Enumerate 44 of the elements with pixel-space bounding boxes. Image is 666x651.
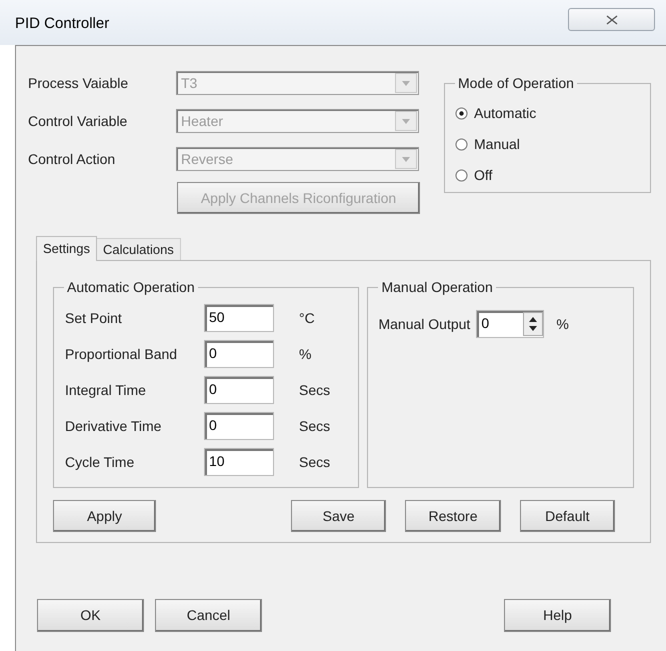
button[interactable]: Save <box>290 500 386 532</box>
input-field[interactable]: 0 <box>204 412 274 440</box>
button[interactable]: Apply <box>53 500 156 532</box>
field-label: Control Action <box>28 150 116 168</box>
button[interactable]: Help <box>504 599 611 632</box>
dropdown-value: T3 <box>180 74 198 92</box>
tab[interactable]: Calculations <box>96 238 181 260</box>
input-field[interactable]: 0 <box>204 340 274 368</box>
field-label: Derivative Time <box>65 416 162 436</box>
radio-button[interactable] <box>455 169 468 182</box>
radio-button[interactable] <box>455 138 468 151</box>
radio-button[interactable] <box>455 107 468 120</box>
radio-label: Off <box>474 166 492 185</box>
radio-label: Manual <box>474 135 520 154</box>
field-label: Integral Time <box>65 380 147 400</box>
close-icon <box>606 14 618 24</box>
field-label: Set Point <box>65 308 123 328</box>
field-label: Manual Output <box>378 314 470 334</box>
unit-label: °C <box>299 308 315 328</box>
input-field[interactable]: 10 <box>204 448 274 476</box>
unit-label: % <box>299 344 312 364</box>
unit-label: Secs <box>299 452 330 472</box>
button[interactable]: Cancel <box>155 599 262 632</box>
button[interactable]: Default <box>520 500 615 532</box>
field-label: Process Vaiable <box>28 74 130 92</box>
tab[interactable]: Settings <box>36 236 97 261</box>
input-field[interactable]: 50 <box>204 304 274 332</box>
dropdown-value: Reverse <box>180 150 234 168</box>
field-label: Proportional Band <box>65 344 178 364</box>
spin-arrows-icon <box>523 312 544 336</box>
unit-label: Secs <box>299 416 330 436</box>
input-field[interactable]: 0 <box>204 376 274 404</box>
field-label: Cycle Time <box>65 452 136 472</box>
button[interactable]: Restore <box>405 500 501 532</box>
unit-label: % <box>556 314 569 334</box>
spin-box[interactable]: 0 <box>476 310 544 338</box>
spin-value: 0 <box>480 314 490 333</box>
close-button[interactable] <box>568 8 655 31</box>
field-label: Control Variable <box>28 112 128 130</box>
window-title: PID Controller <box>15 14 110 34</box>
button[interactable]: OK <box>37 599 144 632</box>
radio-label: Automatic <box>474 104 536 123</box>
dropdown-value: Heater <box>180 112 224 130</box>
unit-label: Secs <box>299 380 330 400</box>
